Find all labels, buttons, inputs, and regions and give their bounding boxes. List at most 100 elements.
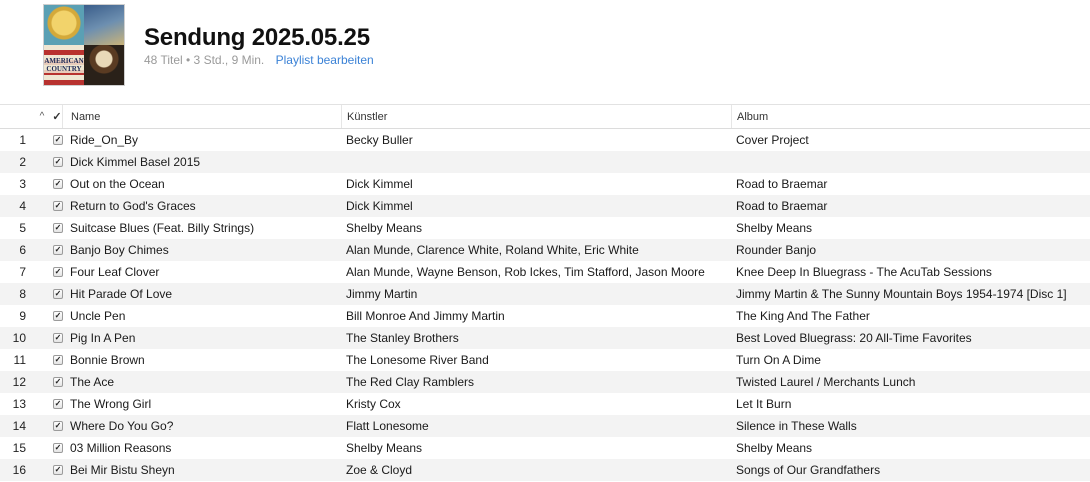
track-artist: The Stanley Brothers: [346, 331, 459, 345]
artwork-logo-text: AMERICAN COUNTRY: [44, 57, 84, 73]
track-name: Bei Mir Bistu Sheyn: [70, 463, 175, 477]
column-header-name[interactable]: Name: [62, 105, 350, 128]
table-row[interactable]: 16 ✓ Bei Mir Bistu Sheyn Zoe & Cloyd Songs o…: [0, 459, 1090, 481]
checkmark-icon[interactable]: ✓: [53, 179, 63, 189]
checkmark-icon[interactable]: ✓: [53, 377, 63, 387]
track-checkbox[interactable]: ✓: [52, 415, 64, 437]
playlist-header: AMERICAN COUNTRY Sendung 2025.05.25 48 T…: [0, 0, 1090, 104]
track-artist: Kristy Cox: [346, 397, 401, 411]
artwork-tile: [84, 5, 124, 45]
checkmark-icon[interactable]: ✓: [53, 333, 63, 343]
track-album: The King And The Father: [736, 309, 870, 323]
sort-indicator-icon[interactable]: ^: [36, 105, 48, 128]
artwork-tile: [84, 45, 124, 85]
checkmark-icon[interactable]: ✓: [53, 267, 63, 277]
track-list: 1 ✓ Ride_On_By Becky Buller Cover Project 2 ✓ D…: [0, 129, 1090, 481]
table-row[interactable]: 15 ✓ 03 Million Reasons Shelby Means Shelby …: [0, 437, 1090, 459]
playlist-artwork[interactable]: AMERICAN COUNTRY: [44, 5, 124, 85]
table-row[interactable]: 9 ✓ Uncle Pen Bill Monroe And Jimmy Martin T…: [0, 305, 1090, 327]
track-checkbox[interactable]: ✓: [52, 151, 64, 173]
track-artist: Shelby Means: [346, 221, 423, 235]
checkmark-icon[interactable]: ✓: [53, 245, 63, 255]
edit-playlist-link[interactable]: Playlist bearbeiten: [276, 53, 374, 67]
checkmark-icon[interactable]: ✓: [53, 157, 63, 167]
track-checkbox[interactable]: ✓: [52, 349, 64, 371]
track-name: Four Leaf Clover: [70, 265, 160, 279]
table-row[interactable]: 8 ✓ Hit Parade Of Love Jimmy Martin Jimmy Ma…: [0, 283, 1090, 305]
track-artist: Dick Kimmel: [346, 199, 413, 213]
checkmark-icon[interactable]: ✓: [53, 355, 63, 365]
track-name: Where Do You Go?: [70, 419, 174, 433]
checkmark-icon[interactable]: ✓: [53, 465, 63, 475]
track-number: 6: [19, 243, 26, 257]
checkmark-icon[interactable]: ✓: [53, 443, 63, 453]
table-row[interactable]: 3 ✓ Out on the Ocean Dick Kimmel Road to Bra…: [0, 173, 1090, 195]
track-name: The Wrong Girl: [70, 397, 152, 411]
track-number: 8: [19, 287, 26, 301]
track-checkbox[interactable]: ✓: [52, 129, 64, 151]
table-row[interactable]: 10 ✓ Pig In A Pen The Stanley Brothers Best …: [0, 327, 1090, 349]
track-checkbox[interactable]: ✓: [52, 173, 64, 195]
track-checkbox[interactable]: ✓: [52, 393, 64, 415]
table-row[interactable]: 14 ✓ Where Do You Go? Flatt Lonesome Silence…: [0, 415, 1090, 437]
track-checkbox[interactable]: ✓: [52, 437, 64, 459]
checkmark-icon[interactable]: ✓: [53, 289, 63, 299]
track-album: Cover Project: [736, 133, 809, 147]
track-artist: The Lonesome River Band: [346, 353, 489, 367]
table-row[interactable]: 6 ✓ Banjo Boy Chimes Alan Munde, Clarence W…: [0, 239, 1090, 261]
table-row[interactable]: 13 ✓ The Wrong Girl Kristy Cox Let It Burn: [0, 393, 1090, 415]
track-artist: [346, 151, 728, 173]
track-checkbox[interactable]: ✓: [52, 327, 64, 349]
track-name: Banjo Boy Chimes: [70, 243, 169, 257]
checkmark-icon[interactable]: ✓: [53, 223, 63, 233]
track-name: 03 Million Reasons: [70, 441, 172, 455]
table-row[interactable]: 7 ✓ Four Leaf Clover Alan Munde, Wayne Bens…: [0, 261, 1090, 283]
track-artist: Zoe & Cloyd: [346, 463, 413, 477]
check-column-header[interactable]: ✓: [52, 105, 62, 128]
table-row[interactable]: 2 ✓ Dick Kimmel Basel 2015: [0, 151, 1090, 173]
track-name: Dick Kimmel Basel 2015: [70, 155, 201, 169]
track-artist: Jimmy Martin: [346, 287, 418, 301]
track-artist: Alan Munde, Wayne Benson, Rob Ickes, Tim…: [346, 265, 705, 279]
track-checkbox[interactable]: ✓: [52, 239, 64, 261]
track-checkbox[interactable]: ✓: [52, 305, 64, 327]
track-album: Let It Burn: [736, 397, 792, 411]
checkmark-icon[interactable]: ✓: [53, 135, 63, 145]
track-album: Best Loved Bluegrass: 20 All-Time Favori…: [736, 331, 972, 345]
track-number: 1: [19, 133, 26, 147]
table-row[interactable]: 5 ✓ Suitcase Blues (Feat. Billy Strings) Sh…: [0, 217, 1090, 239]
track-checkbox[interactable]: ✓: [52, 195, 64, 217]
track-number: 15: [12, 441, 26, 455]
checkmark-icon[interactable]: ✓: [53, 399, 63, 409]
track-artist: Shelby Means: [346, 441, 423, 455]
track-name: Bonnie Brown: [70, 353, 145, 367]
table-row[interactable]: 12 ✓ The Ace The Red Clay Ramblers Twisted L…: [0, 371, 1090, 393]
checkmark-icon[interactable]: ✓: [53, 201, 63, 211]
checkmark-icon[interactable]: ✓: [53, 421, 63, 431]
track-checkbox[interactable]: ✓: [52, 371, 64, 393]
track-name: Uncle Pen: [70, 309, 126, 323]
track-checkbox[interactable]: ✓: [52, 459, 64, 481]
table-header: ^ ✓ Name Künstler Album: [0, 104, 1090, 129]
track-album: Silence in These Walls: [736, 419, 857, 433]
track-name: Out on the Ocean: [70, 177, 165, 191]
table-row[interactable]: 11 ✓ Bonnie Brown The Lonesome River Band Tu…: [0, 349, 1090, 371]
artwork-tile: [44, 5, 84, 45]
track-name: Ride_On_By: [70, 133, 139, 147]
column-header-album[interactable]: Album: [731, 105, 1090, 128]
track-checkbox[interactable]: ✓: [52, 283, 64, 305]
track-artist: Alan Munde, Clarence White, Roland White…: [346, 243, 639, 257]
track-album: Twisted Laurel / Merchants Lunch: [736, 375, 916, 389]
table-row[interactable]: 1 ✓ Ride_On_By Becky Buller Cover Project: [0, 129, 1090, 151]
track-album: Shelby Means: [736, 221, 813, 235]
table-row[interactable]: 4 ✓ Return to God's Graces Dick Kimmel Road …: [0, 195, 1090, 217]
column-header-artist[interactable]: Künstler: [341, 105, 737, 128]
checkmark-icon[interactable]: ✓: [53, 311, 63, 321]
track-table: ^ ✓ Name Künstler Album 1 ✓ Ride_On_By Beck…: [0, 104, 1090, 481]
track-number: 4: [19, 199, 26, 213]
track-checkbox[interactable]: ✓: [52, 261, 64, 283]
track-album: Jimmy Martin & The Sunny Mountain Boys 1…: [736, 287, 1067, 301]
track-name: Suitcase Blues (Feat. Billy Strings): [70, 221, 255, 235]
track-number: 2: [19, 155, 26, 169]
track-checkbox[interactable]: ✓: [52, 217, 64, 239]
